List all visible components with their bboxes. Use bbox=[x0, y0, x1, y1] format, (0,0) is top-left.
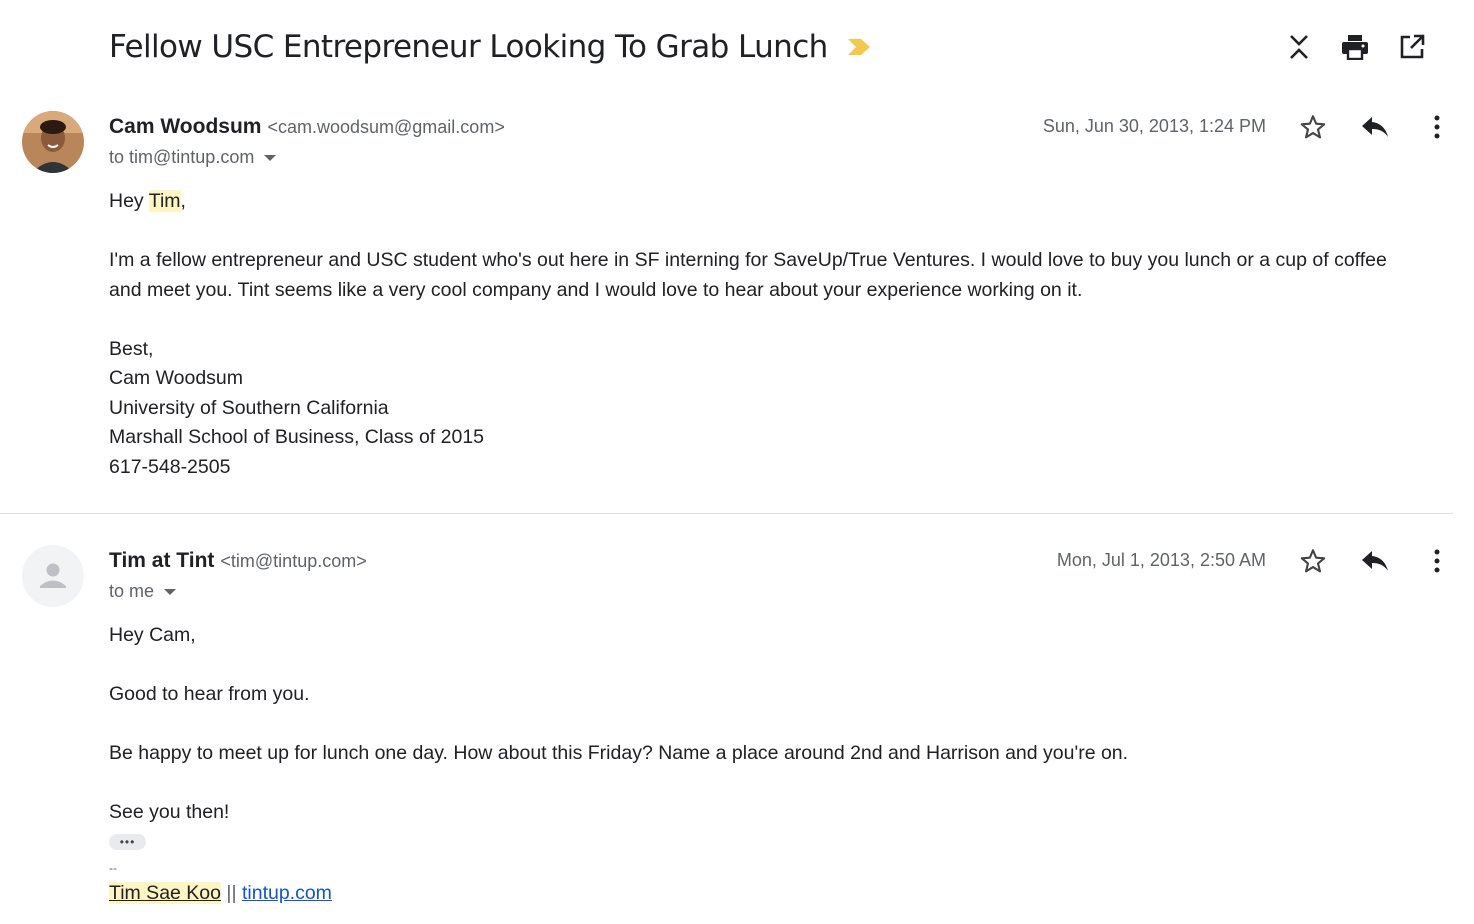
signature-line: Marshall School of Business, Class of 20… bbox=[109, 426, 485, 448]
highlighted-name: Tim bbox=[148, 190, 181, 212]
message-divider bbox=[0, 513, 1453, 514]
signature-line: University of Southern California bbox=[109, 396, 389, 419]
reply-icon[interactable] bbox=[1357, 109, 1393, 145]
message-body: Hey Tim, I'm a fellow entrepreneur and U… bbox=[109, 187, 1446, 482]
chevron-down-icon bbox=[264, 154, 277, 161]
star-icon[interactable] bbox=[1295, 109, 1331, 145]
star-icon[interactable] bbox=[1295, 543, 1331, 579]
sender-email: <tim@tintup.com> bbox=[220, 551, 367, 571]
expand-collapse-icon[interactable] bbox=[1282, 30, 1316, 64]
sender-line: Tim at Tint <tim@tintup.com> bbox=[109, 549, 367, 573]
message-body: Hey Cam, Good to hear from you. Be happy… bbox=[109, 621, 1446, 908]
sender-line: Cam Woodsum <cam.woodsum@gmail.com> bbox=[109, 115, 505, 139]
recipient-toggle[interactable]: to tim@tintup.com bbox=[109, 147, 277, 168]
recipient-toggle[interactable]: to me bbox=[109, 581, 177, 602]
signature-line: Tim Sae Koo || tintup.com bbox=[109, 879, 1446, 909]
chevron-down-icon bbox=[164, 588, 177, 595]
importance-marker-icon[interactable] bbox=[846, 37, 872, 57]
recipient-text: to me bbox=[109, 581, 155, 601]
thread-actions bbox=[1274, 30, 1474, 64]
recipient-text: to tim@tintup.com bbox=[109, 147, 255, 167]
signature-link[interactable]: tintup.com bbox=[242, 882, 332, 904]
print-icon[interactable] bbox=[1338, 30, 1372, 64]
signature-name: Tim Sae Koo bbox=[109, 881, 221, 904]
body-line: I'm a fellow entrepreneur and USC studen… bbox=[109, 249, 1387, 271]
body-line: Be happy to meet up for lunch one day. H… bbox=[109, 742, 1129, 764]
signature-line: Cam Woodsum bbox=[109, 367, 244, 389]
body-line: Good to hear from you. bbox=[109, 683, 310, 705]
signature-separator: || bbox=[221, 881, 242, 904]
open-in-new-window-icon[interactable] bbox=[1395, 30, 1429, 64]
sender-name[interactable]: Tim at Tint bbox=[109, 549, 214, 572]
greeting: Hey Cam, bbox=[109, 624, 196, 646]
body-line: See you then! bbox=[109, 801, 230, 823]
message-date: Mon, Jul 1, 2013, 2:50 AM bbox=[1056, 550, 1266, 570]
signature-dash: -- bbox=[109, 860, 117, 875]
more-options-icon[interactable] bbox=[1419, 543, 1455, 579]
more-options-icon[interactable] bbox=[1419, 109, 1455, 145]
message-date: Sun, Jun 30, 2013, 1:24 PM bbox=[1042, 116, 1266, 136]
greeting: Hey Tim, bbox=[109, 190, 186, 212]
show-trimmed-content-button[interactable]: ••• bbox=[109, 834, 146, 850]
sender-avatar[interactable] bbox=[22, 545, 84, 607]
body-line: and meet you. Tint seems like a very coo… bbox=[109, 278, 1083, 301]
email-subject: Fellow USC Entrepreneur Looking To Grab … bbox=[109, 29, 828, 65]
subject-row: Fellow USC Entrepreneur Looking To Grab … bbox=[109, 22, 872, 72]
sender-name[interactable]: Cam Woodsum bbox=[109, 115, 261, 138]
sender-avatar[interactable] bbox=[22, 111, 84, 173]
signature-line: Best, bbox=[109, 337, 154, 360]
sender-email: <cam.woodsum@gmail.com> bbox=[267, 117, 505, 137]
signature-line: 617-548-2505 bbox=[109, 455, 231, 478]
reply-icon[interactable] bbox=[1357, 543, 1393, 579]
